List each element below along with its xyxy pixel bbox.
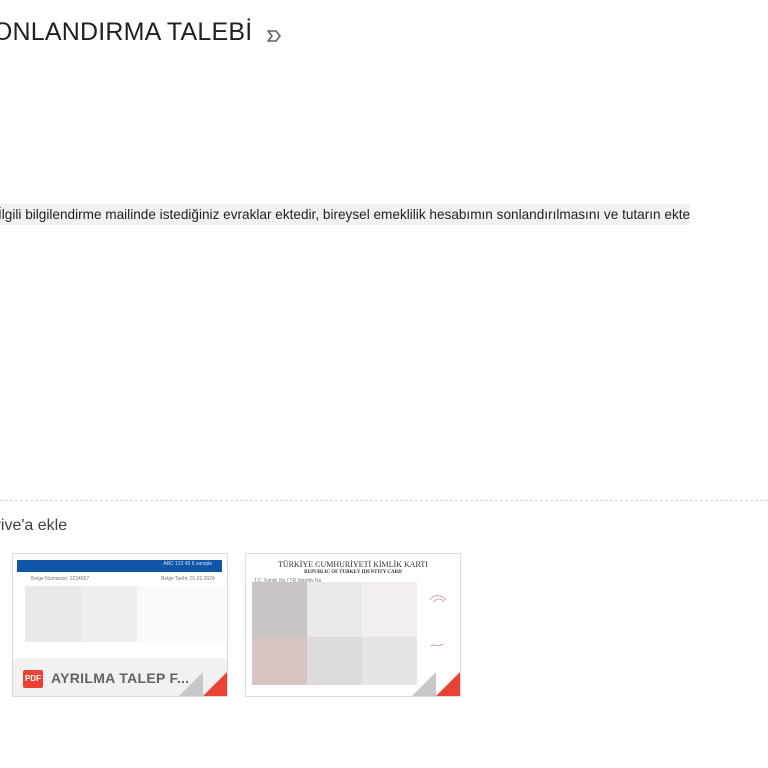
hologram-icon [429, 595, 447, 603]
attachments-header: Drive'a ekle [0, 512, 300, 542]
email-body: İlgili bilgilendirme mailinde istediğini… [0, 200, 768, 234]
document-header-bar: ABC 123 45 6 sample [17, 560, 222, 572]
pdf-corner-icon [203, 672, 227, 696]
redacted-block [252, 582, 307, 637]
important-marker-icon[interactable] [265, 27, 283, 45]
id-card-title: TÜRKİYE CUMHURİYETİ KİMLİK KARTI [278, 560, 428, 569]
corner-fold-icon [412, 672, 436, 696]
redacted-block [307, 582, 362, 637]
attachment-card[interactable]: ABC 123 45 6 sample Belge Numarası: 1234… [12, 553, 228, 697]
redacted-block [252, 637, 307, 685]
attachment-filename: AYRILMA TALEP F... [51, 670, 190, 686]
redacted-block [137, 586, 227, 642]
attachment-preview: ABC 123 45 6 sample Belge Numarası: 1234… [13, 554, 227, 658]
redacted-block [362, 582, 417, 637]
email-subject: SONLANDIRMA TALEBİ [0, 18, 253, 46]
pdf-icon: PDF [23, 670, 43, 688]
email-header: SONLANDIRMA TALEBİ [0, 0, 768, 70]
email-body-text: İlgili bilgilendirme mailinde istediğini… [0, 204, 691, 225]
redacted-block [362, 637, 417, 685]
pdf-corner-icon [436, 672, 460, 696]
redacted-block [25, 586, 81, 642]
redacted-block [307, 637, 362, 685]
id-card-subtitle: REPUBLIC OF TURKEY IDENTITY CARD [304, 570, 402, 575]
attachments-divider [0, 500, 768, 501]
signature-icon [430, 643, 444, 647]
document-field: Belge Numarası: 1234567 [31, 576, 90, 582]
document-field: Belge Tarihi: 01.01.2024 [161, 576, 215, 582]
redacted-block [81, 586, 137, 642]
add-to-drive-link[interactable]: Drive'a ekle [0, 517, 67, 535]
corner-fold-icon [179, 672, 203, 696]
attachment-card[interactable]: TÜRKİYE CUMHURİYETİ KİMLİK KARTI REPUBLI… [245, 553, 461, 697]
